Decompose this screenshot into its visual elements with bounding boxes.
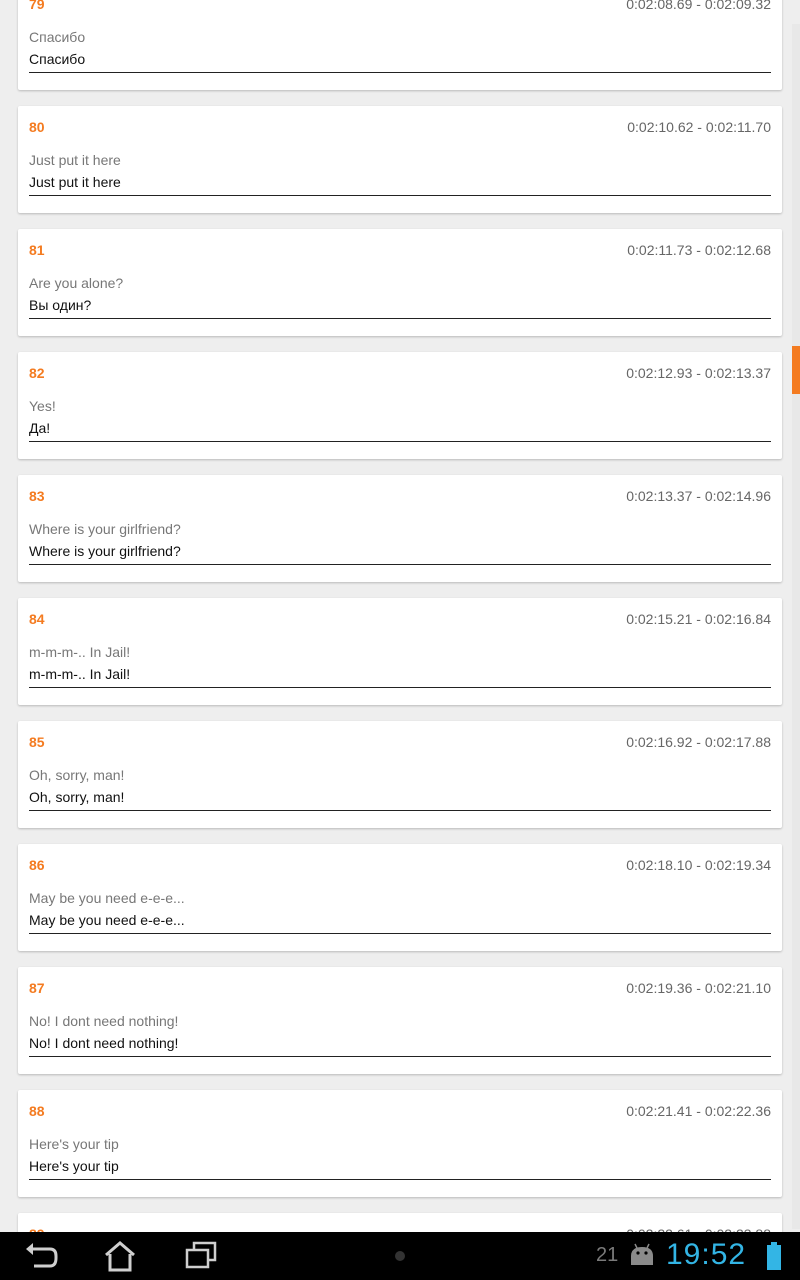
- subtitle-card[interactable]: 81 0:02:11.73 - 0:02:12.68 Are you alone…: [18, 229, 782, 336]
- subtitle-number: 88: [29, 1103, 45, 1119]
- subtitle-timecode: 0:02:15.21 - 0:02:16.84: [626, 611, 771, 627]
- subtitle-original-text: Oh, sorry, man!: [29, 767, 125, 783]
- subtitle-card[interactable]: 83 0:02:13.37 - 0:02:14.96 Where is your…: [18, 475, 782, 582]
- subtitle-timecode: 0:02:21.41 - 0:02:22.36: [626, 1103, 771, 1119]
- status-clock[interactable]: 19:52: [666, 1238, 746, 1272]
- subtitle-translation-input[interactable]: [29, 295, 771, 319]
- subtitle-translation-input[interactable]: [29, 664, 771, 688]
- subtitle-card[interactable]: 87 0:02:19.36 - 0:02:21.10 No! I dont ne…: [18, 967, 782, 1074]
- battery-icon[interactable]: [766, 1242, 782, 1270]
- subtitle-number: 79: [29, 0, 45, 12]
- subtitle-card[interactable]: 79 0:02:08.69 - 0:02:09.32 Спасибо: [18, 0, 782, 90]
- system-navigation-bar: 21 19:52: [0, 1232, 800, 1280]
- subtitle-number: 85: [29, 734, 45, 750]
- subtitle-original-text: Here's your tip: [29, 1136, 119, 1152]
- subtitle-original-text: Спасибо: [29, 29, 86, 45]
- subtitle-translation-input[interactable]: [29, 787, 771, 811]
- subtitle-timecode: 0:02:08.69 - 0:02:09.32: [626, 0, 771, 12]
- subtitle-card[interactable]: 80 0:02:10.62 - 0:02:11.70 Just put it h…: [18, 106, 782, 213]
- subtitle-original-text: May be you need e-e-e...: [29, 890, 185, 906]
- subtitle-number: 81: [29, 242, 45, 258]
- scrollbar-track[interactable]: [792, 24, 800, 1229]
- subtitle-original-text: Where is your girlfriend?: [29, 521, 181, 537]
- subtitle-timecode: 0:02:12.93 - 0:02:13.37: [626, 365, 771, 381]
- subtitle-translation-input[interactable]: [29, 418, 771, 442]
- subtitle-number: 83: [29, 488, 45, 504]
- subtitle-translation-input[interactable]: [29, 172, 771, 196]
- android-icon[interactable]: [628, 1242, 656, 1268]
- subtitle-original-text: m-m-m-.. In Jail!: [29, 644, 131, 660]
- subtitle-timecode: 0:02:10.62 - 0:02:11.70: [627, 119, 771, 135]
- subtitle-translation-input[interactable]: [29, 1156, 771, 1180]
- back-button[interactable]: [20, 1240, 60, 1272]
- subtitle-number: 80: [29, 119, 45, 135]
- subtitle-card[interactable]: 88 0:02:21.41 - 0:02:22.36 Here's your t…: [18, 1090, 782, 1197]
- subtitle-original-text: No! I dont need nothing!: [29, 1013, 179, 1029]
- home-button[interactable]: [100, 1240, 140, 1272]
- subtitle-timecode: 0:02:16.92 - 0:02:17.88: [626, 734, 771, 750]
- subtitle-number: 86: [29, 857, 45, 873]
- recent-apps-button[interactable]: [181, 1240, 221, 1272]
- subtitle-timecode: 0:02:11.73 - 0:02:12.68: [627, 242, 771, 258]
- subtitle-translation-input[interactable]: [29, 1033, 771, 1057]
- subtitle-original-text: Yes!: [29, 398, 56, 414]
- subtitle-translation-input[interactable]: [29, 49, 771, 73]
- subtitle-card[interactable]: 84 0:02:15.21 - 0:02:16.84 m-m-m-.. In J…: [18, 598, 782, 705]
- subtitle-timecode: 0:02:13.37 - 0:02:14.96: [626, 488, 771, 504]
- recent-apps-icon: [185, 1241, 217, 1269]
- subtitle-timecode: 0:02:18.10 - 0:02:19.34: [626, 857, 771, 873]
- subtitle-number: 87: [29, 980, 45, 996]
- scrollbar-thumb[interactable]: [792, 346, 800, 394]
- subtitle-card[interactable]: 86 0:02:18.10 - 0:02:19.34 May be you ne…: [18, 844, 782, 951]
- subtitle-card[interactable]: 85 0:02:16.92 - 0:02:17.88 Oh, sorry, ma…: [18, 721, 782, 828]
- subtitle-card[interactable]: 82 0:02:12.93 - 0:02:13.37 Yes!: [18, 352, 782, 459]
- subtitle-timecode: 0:02:19.36 - 0:02:21.10: [626, 980, 771, 996]
- notification-count[interactable]: 21: [596, 1244, 618, 1267]
- subtitle-editor-screen: 79 0:02:08.69 - 0:02:09.32 Спасибо 80 0:…: [0, 0, 800, 1280]
- home-icon: [105, 1241, 135, 1272]
- subtitle-translation-input[interactable]: [29, 541, 771, 565]
- subtitle-translation-input[interactable]: [29, 910, 771, 934]
- subtitle-original-text: Are you alone?: [29, 275, 124, 291]
- subtitle-original-text: Just put it here: [29, 152, 121, 168]
- subtitle-number: 84: [29, 611, 45, 627]
- subtitle-number: 82: [29, 365, 45, 381]
- back-icon: [26, 1243, 58, 1268]
- navigation-dot: [395, 1251, 405, 1261]
